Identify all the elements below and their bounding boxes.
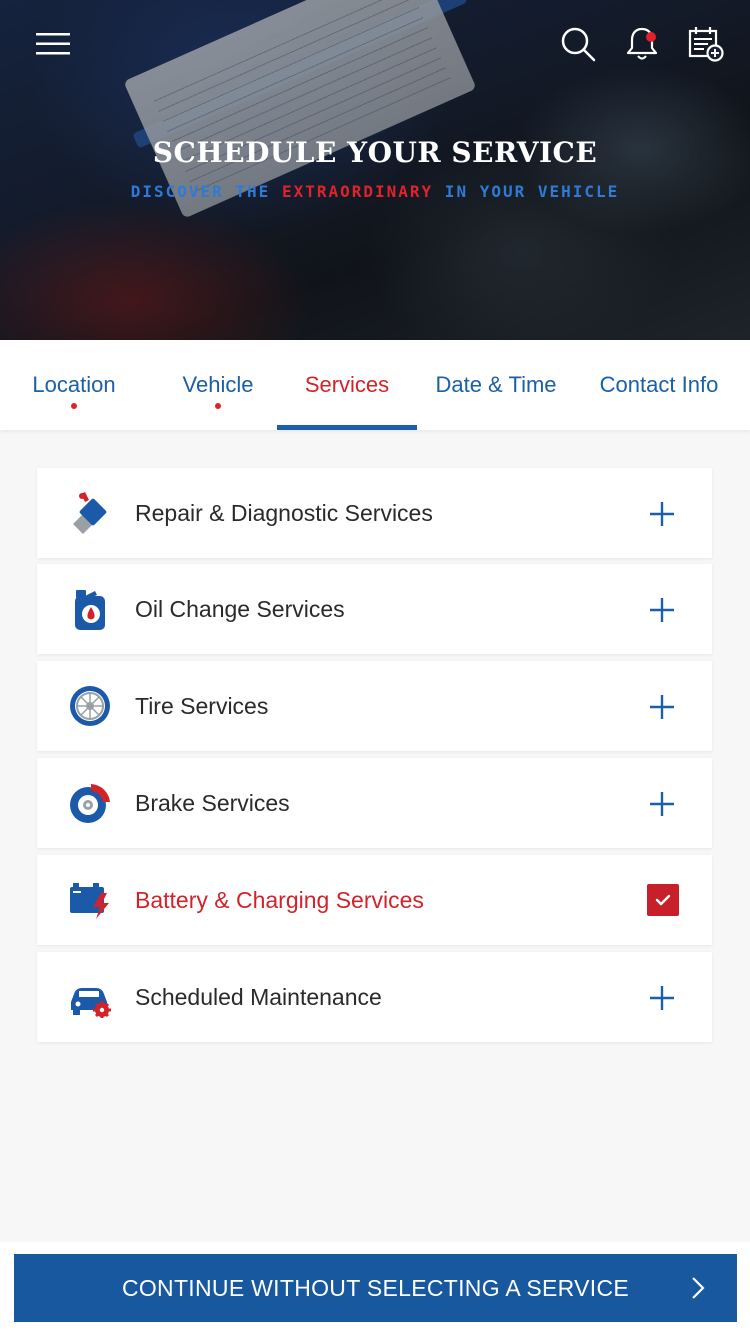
- service-item-oil-change[interactable]: Oil Change Services: [37, 564, 712, 654]
- plus-icon[interactable]: [649, 791, 675, 817]
- schedule-button[interactable]: [686, 24, 726, 64]
- plus-icon[interactable]: [649, 597, 675, 623]
- service-label: Brake Services: [135, 790, 290, 816]
- service-label: Scheduled Maintenance: [135, 984, 382, 1010]
- completed-dot: [215, 403, 221, 409]
- tab-vehicle[interactable]: Vehicle: [148, 340, 288, 430]
- page-subtitle: DISCOVER THE EXTRAORDINARY IN YOUR VEHIC…: [130, 182, 620, 201]
- search-button[interactable]: [558, 24, 598, 64]
- service-item-scheduled-maintenance[interactable]: Scheduled Maintenance: [37, 952, 712, 1042]
- service-item-battery[interactable]: Battery & Charging Services: [37, 855, 712, 945]
- calendar-add-icon: [688, 27, 724, 62]
- plus-icon[interactable]: [649, 985, 675, 1011]
- tab-services[interactable]: Services: [277, 340, 417, 430]
- service-label: Oil Change Services: [135, 596, 345, 622]
- notification-dot: [646, 32, 656, 42]
- plus-icon[interactable]: [649, 501, 675, 527]
- oil-can-icon: [75, 590, 105, 630]
- tire-icon: [70, 686, 110, 726]
- service-label: Battery & Charging Services: [135, 887, 424, 913]
- plus-icon[interactable]: [649, 694, 675, 720]
- car-gear-icon: [71, 988, 111, 1018]
- wrench-icon: [73, 492, 107, 534]
- active-tab-indicator: [277, 425, 417, 430]
- checkmark-icon: [655, 894, 671, 906]
- service-label: Repair & Diagnostic Services: [135, 500, 433, 526]
- hero-banner: SCHEDULE YOUR SERVICE DISCOVER THE EXTRA…: [0, 0, 750, 340]
- menu-button[interactable]: [33, 24, 73, 64]
- service-item-repair[interactable]: Repair & Diagnostic Services: [37, 468, 712, 558]
- selected-checkbox[interactable]: [647, 884, 679, 916]
- service-item-tire[interactable]: Tire Services: [37, 661, 712, 751]
- completed-dot: [71, 403, 77, 409]
- tab-date-time[interactable]: Date & Time: [420, 340, 572, 430]
- subtitle-accent: EXTRAORDINARY: [281, 182, 434, 201]
- bell-icon: [626, 27, 658, 60]
- service-label: Tire Services: [135, 693, 269, 719]
- service-item-brake[interactable]: Brake Services: [37, 758, 712, 848]
- footer: CONTINUE WITHOUT SELECTING A SERVICE: [0, 1242, 750, 1334]
- tab-location[interactable]: Location: [0, 340, 148, 430]
- battery-icon: [70, 883, 109, 919]
- search-icon: [561, 27, 596, 62]
- notifications-button[interactable]: [622, 24, 662, 64]
- brake-icon: [70, 784, 110, 823]
- continue-button[interactable]: CONTINUE WITHOUT SELECTING A SERVICE: [14, 1254, 737, 1322]
- page-title: SCHEDULE YOUR SERVICE: [152, 136, 598, 169]
- chevron-right-icon: [692, 1277, 705, 1299]
- step-tabs: Location Vehicle Services Date & Time Co…: [0, 340, 750, 430]
- tab-contact-info[interactable]: Contact Info: [580, 340, 738, 430]
- menu-icon: [36, 33, 70, 55]
